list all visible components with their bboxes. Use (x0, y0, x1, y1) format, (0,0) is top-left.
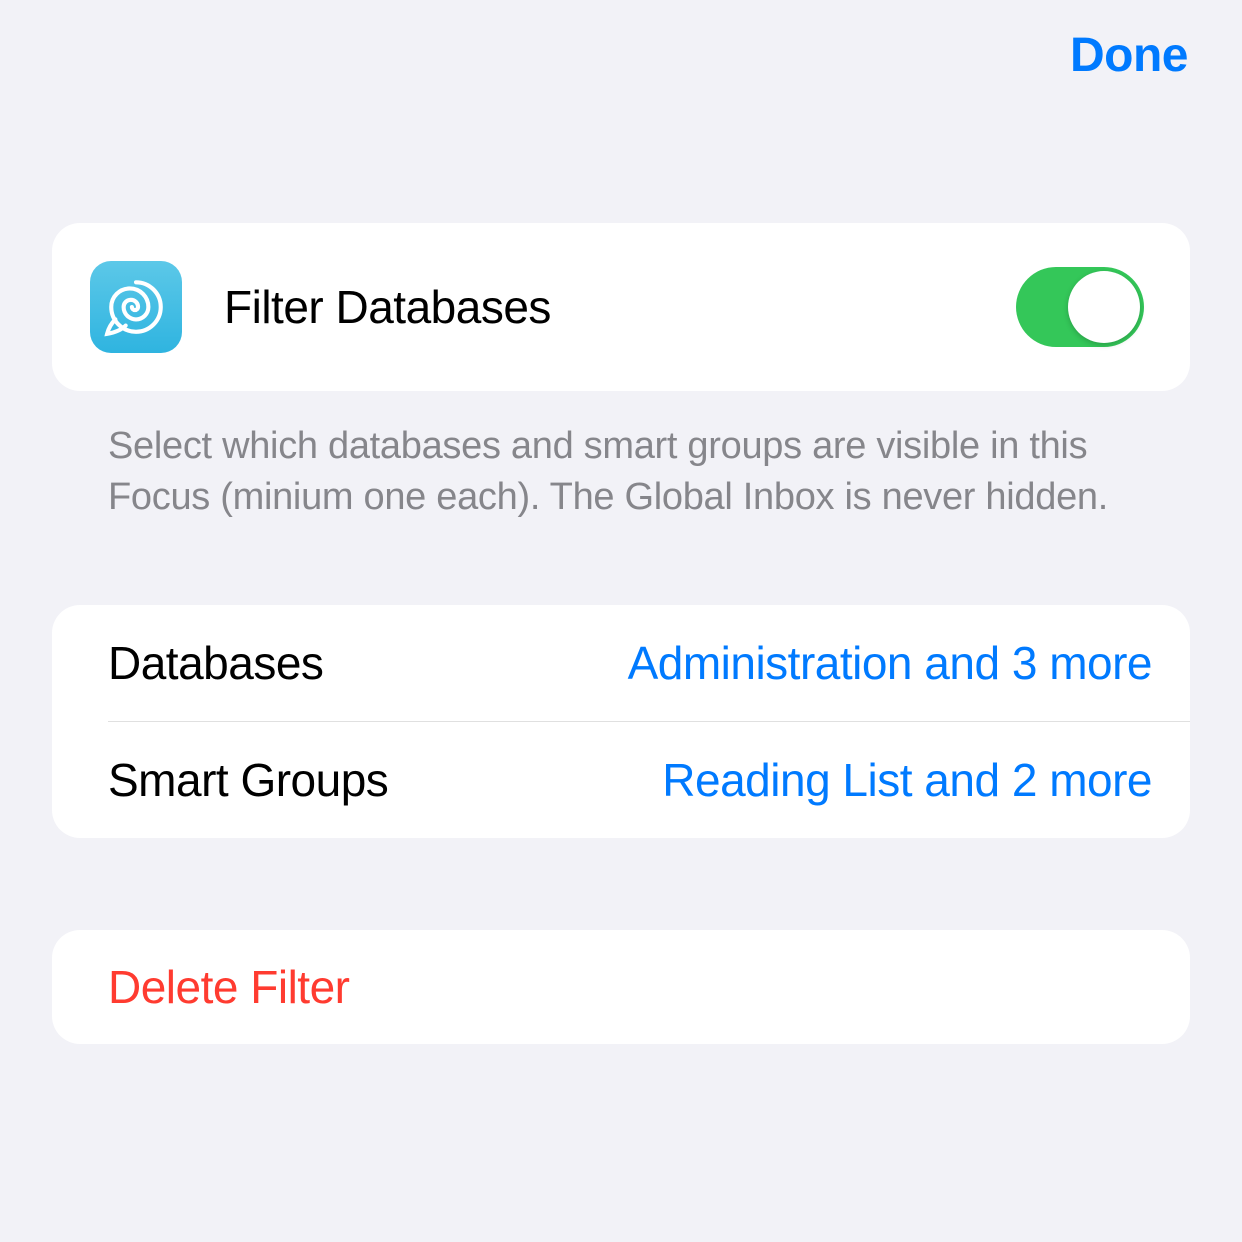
smart-groups-value: Reading List and 2 more (662, 753, 1152, 807)
toggle-knob (1068, 271, 1140, 343)
delete-filter-button[interactable]: Delete Filter (52, 930, 1190, 1044)
nautilus-shell-icon (103, 274, 169, 340)
filter-toggle[interactable] (1016, 267, 1144, 347)
filter-section: Filter Databases (52, 223, 1190, 391)
databases-label: Databases (108, 636, 323, 690)
filter-description: Select which databases and smart groups … (52, 391, 1190, 523)
databases-row[interactable]: Databases Administration and 3 more (52, 605, 1190, 721)
filter-title: Filter Databases (224, 280, 1016, 334)
smart-groups-row[interactable]: Smart Groups Reading List and 2 more (52, 722, 1190, 838)
filter-databases-row: Filter Databases (52, 223, 1190, 391)
smart-groups-label: Smart Groups (108, 753, 388, 807)
links-section: Databases Administration and 3 more Smar… (52, 605, 1190, 838)
app-icon (90, 261, 182, 353)
delete-filter-label: Delete Filter (108, 960, 1134, 1014)
header: Done (0, 0, 1242, 83)
content: Filter Databases Select which databases … (0, 223, 1242, 1044)
delete-section: Delete Filter (52, 930, 1190, 1044)
databases-value: Administration and 3 more (628, 636, 1152, 690)
done-button[interactable]: Done (1070, 28, 1188, 83)
